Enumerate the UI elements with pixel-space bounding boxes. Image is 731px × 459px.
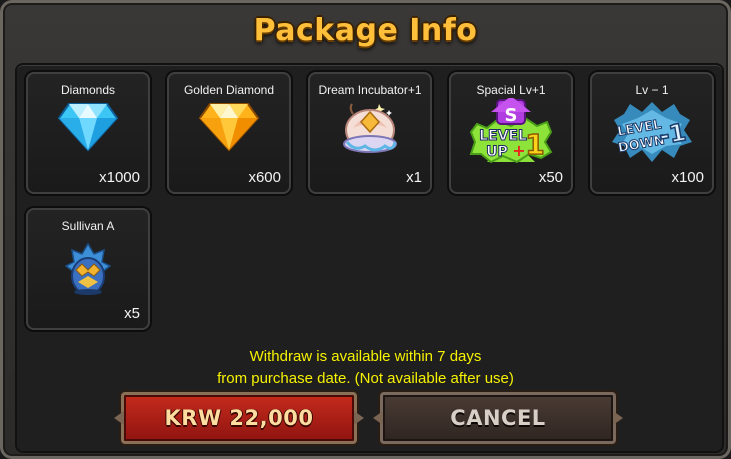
cancel-button[interactable]: CANCEL	[373, 392, 623, 444]
item-card-dream-incubator[interactable]: Dream Incubator+1 x1	[308, 72, 432, 194]
item-name: Sullivan A	[61, 219, 115, 233]
dialog-title: Package Info	[253, 13, 478, 48]
item-quantity: x50	[538, 169, 563, 186]
item-quantity: x5	[124, 305, 140, 322]
item-quantity: x1	[406, 169, 422, 186]
item-card-level-down[interactable]: Lv − 1 LEVEL DOWN -1 x100	[590, 72, 714, 194]
cancel-label: CANCEL	[450, 406, 546, 430]
item-card-diamonds[interactable]: Diamonds x1000	[26, 72, 150, 194]
golden-diamond-icon	[198, 102, 260, 157]
purchase-button[interactable]: KRW 22,000	[114, 392, 364, 444]
item-quantity: x600	[248, 169, 281, 186]
purchase-price-label: KRW 22,000	[164, 406, 314, 430]
notice-line-1: Withdraw is available within 7 days	[249, 348, 482, 365]
item-name: Dream Incubator+1	[318, 83, 422, 97]
blue-diamond-icon	[57, 102, 119, 157]
item-card-golden-diamond[interactable]: Golden Diamond x600	[167, 72, 291, 194]
item-name: Spacial Lv+1	[476, 83, 546, 97]
level-up-word-up: UP	[486, 144, 508, 160]
level-up-s-letter: S	[505, 105, 518, 126]
level-up-plus: +	[512, 141, 525, 160]
level-up-number: 1	[525, 128, 544, 161]
sullivan-egg-icon	[64, 242, 112, 301]
item-card-sullivan-a[interactable]: Sullivan A x5	[26, 208, 150, 330]
item-quantity: x100	[671, 169, 704, 186]
item-quantity: x1000	[99, 169, 140, 186]
item-name: Diamonds	[60, 83, 116, 97]
notice-line-2: from purchase date. (Not available after…	[217, 370, 514, 387]
dream-incubator-icon	[335, 98, 405, 167]
level-up-icon: S LEVEL UP + 1	[467, 96, 555, 171]
level-down-icon: LEVEL DOWN -1	[608, 100, 696, 169]
withdraw-notice: Withdraw is available within 7 days from…	[3, 346, 728, 390]
level-down-number: -1	[657, 118, 688, 150]
item-name: Lv − 1	[635, 83, 669, 97]
package-info-dialog: Package Info Diamonds x1000 Golden Diamo…	[0, 0, 731, 459]
item-card-spacial-level-up[interactable]: Spacial Lv+1 S LEVEL UP + 1 x50	[449, 72, 573, 194]
item-name: Golden Diamond	[183, 83, 275, 97]
